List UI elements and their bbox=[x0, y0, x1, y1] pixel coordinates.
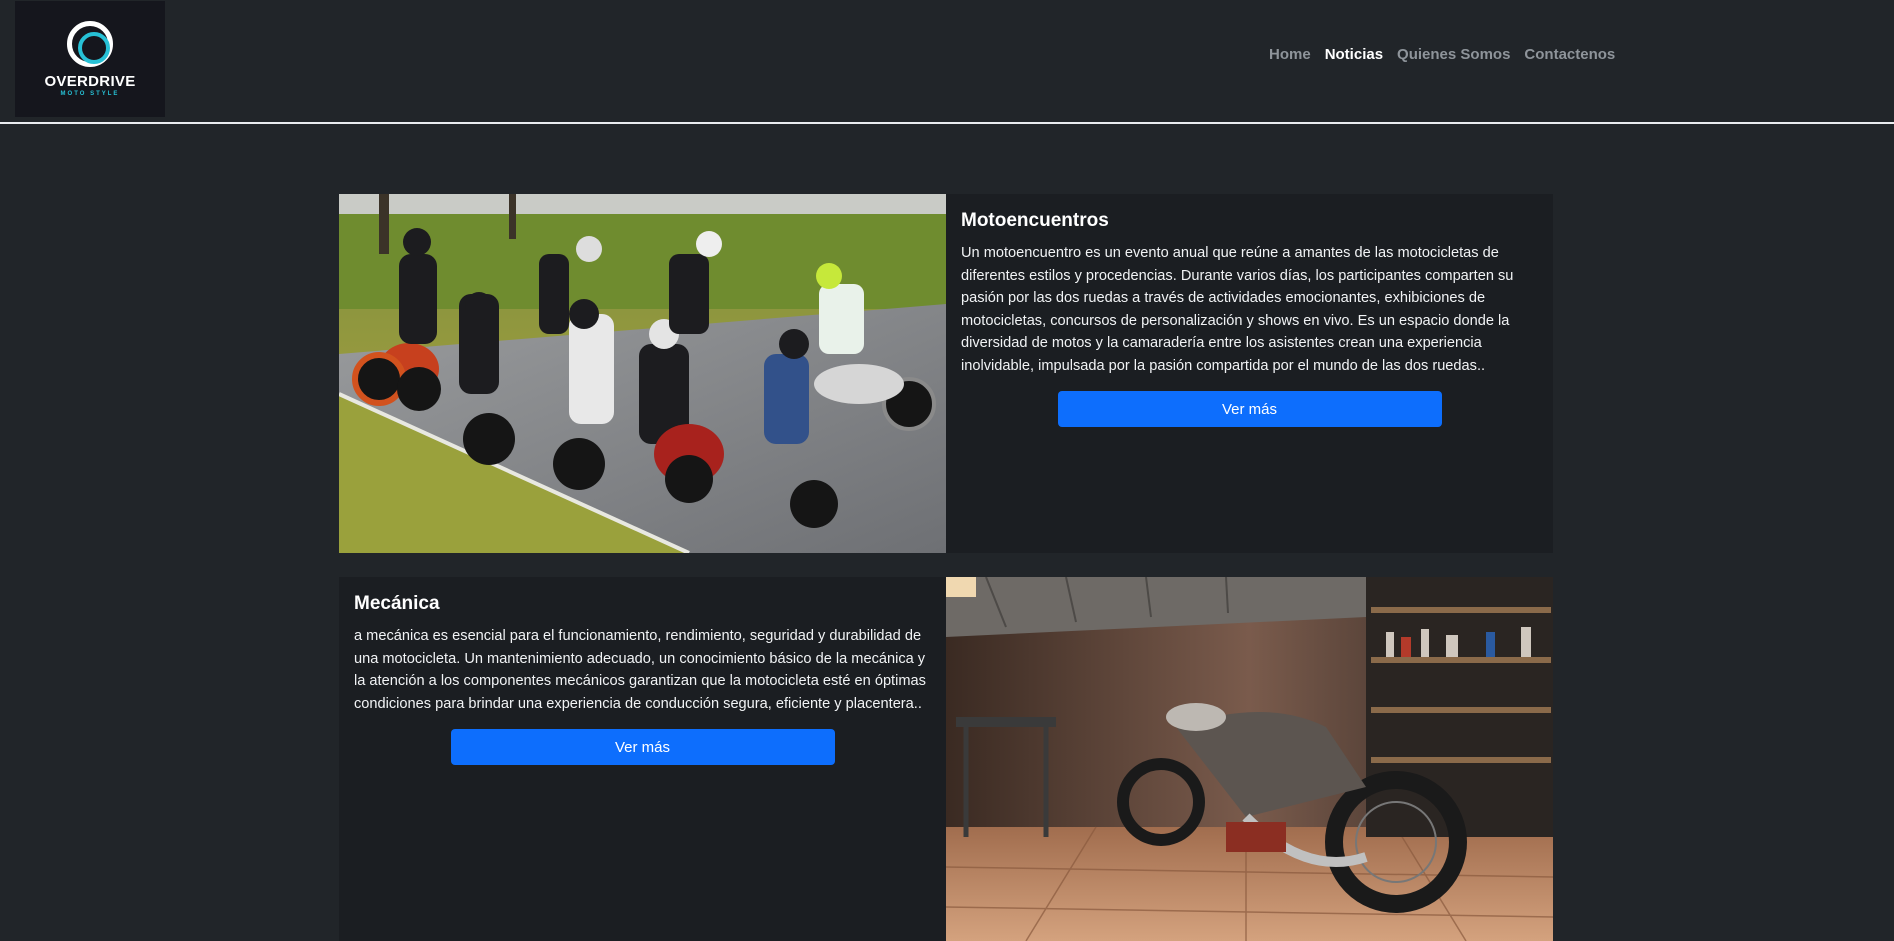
main-nav: Home Noticias Quienes Somos Contactenos bbox=[1262, 46, 1622, 63]
nav-link-contactenos[interactable]: Contactenos bbox=[1517, 46, 1622, 63]
card-title: Mecánica bbox=[354, 593, 440, 614]
card-text: a mecánica es esencial para el funcionam… bbox=[354, 628, 926, 712]
news-card-mecanica: Mecánica a mecánica es esencial para el … bbox=[339, 577, 1553, 941]
garage-motorcycle-image bbox=[946, 577, 1553, 941]
card-body: Mecánica a mecánica es esencial para el … bbox=[339, 577, 946, 765]
ver-mas-button[interactable]: Ver más bbox=[1057, 391, 1442, 427]
brand-name: OVERDRIVE bbox=[44, 73, 136, 90]
card-text: Un motoencuentro es un evento anual que … bbox=[961, 245, 1514, 374]
nav-link-quienes-somos[interactable]: Quienes Somos bbox=[1390, 46, 1517, 63]
brand-logo[interactable]: OVERDRIVE MOTO STYLE bbox=[15, 1, 165, 117]
motorcycle-meetup-image bbox=[339, 194, 946, 553]
logo-ring-icon bbox=[67, 21, 113, 67]
card-title: Motoencuentros bbox=[961, 210, 1109, 231]
card-body: Motoencuentros Un motoencuentro es un ev… bbox=[946, 194, 1553, 427]
nav-link-home[interactable]: Home bbox=[1262, 46, 1318, 63]
navbar: OVERDRIVE MOTO STYLE Home Noticias Quien… bbox=[0, 0, 1894, 124]
news-card-motoencuentros: Motoencuentros Un motoencuentro es un ev… bbox=[339, 194, 1553, 553]
nav-link-noticias[interactable]: Noticias bbox=[1318, 46, 1390, 63]
brand-tagline: MOTO STYLE bbox=[60, 91, 120, 97]
ver-mas-button[interactable]: Ver más bbox=[450, 729, 835, 765]
